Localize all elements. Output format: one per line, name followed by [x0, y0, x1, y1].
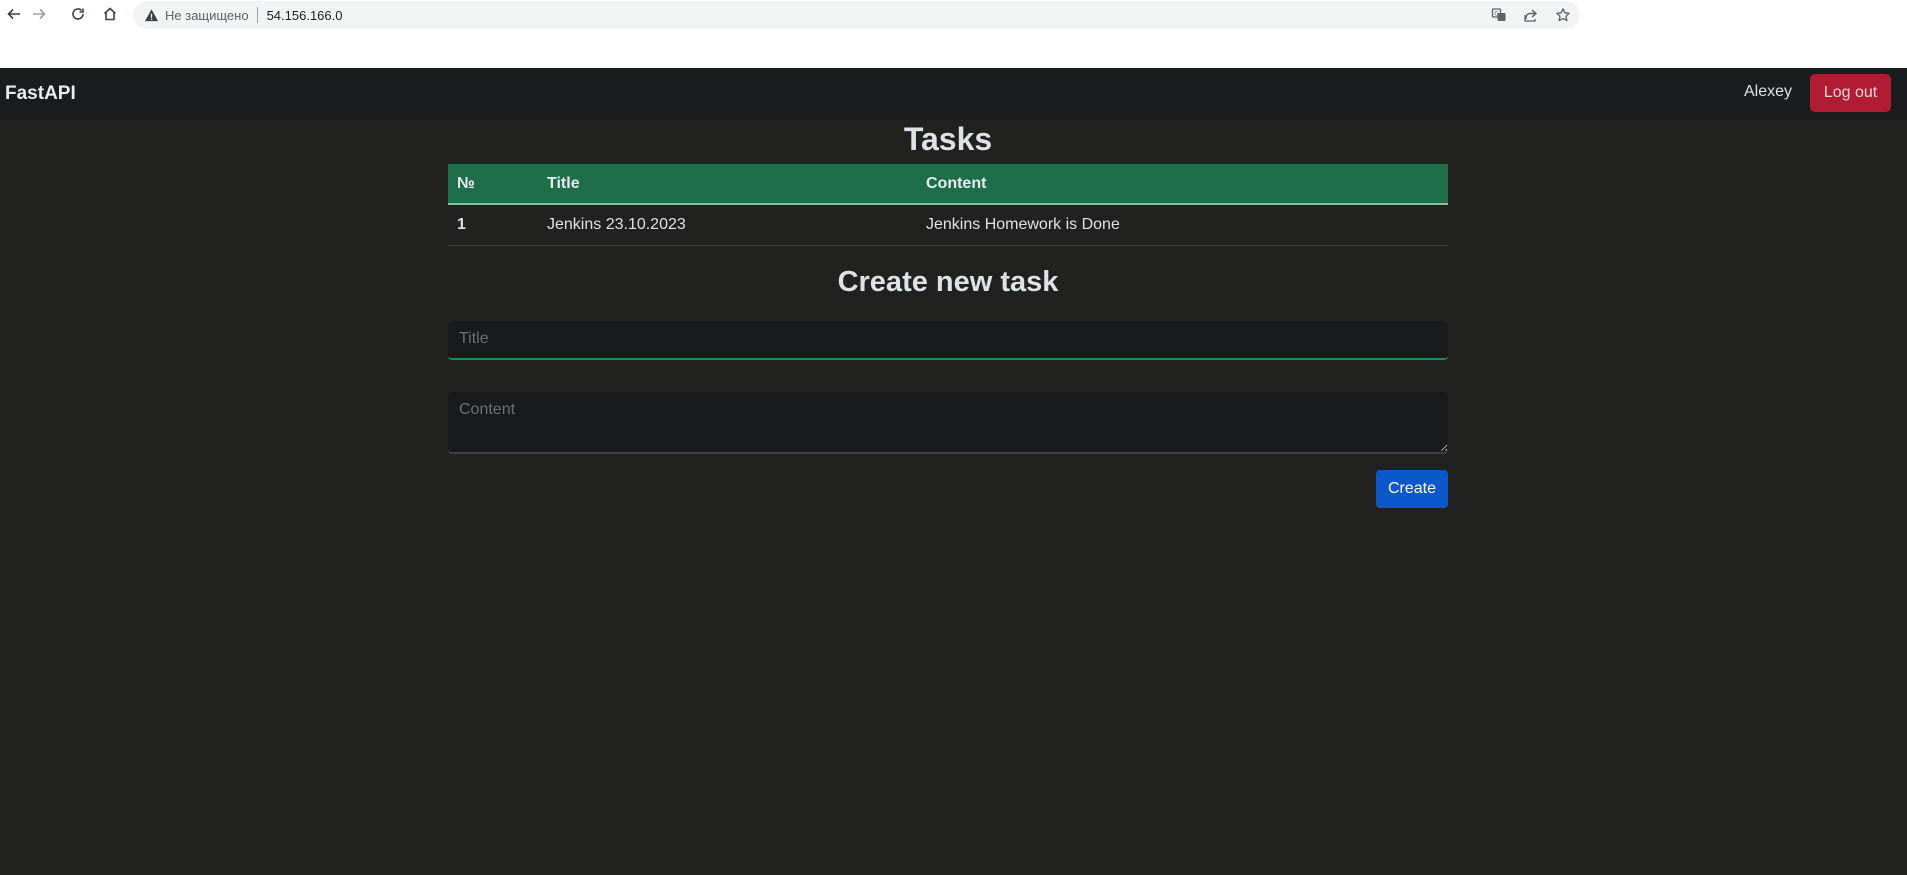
table-header-row: № Title Content — [448, 164, 1448, 205]
task-content: Jenkins Homework is Done — [917, 204, 1448, 246]
url-text[interactable]: 54.156.166.0 — [267, 8, 343, 23]
column-header-number: № — [448, 164, 538, 205]
task-number: 1 — [448, 204, 538, 246]
main-content: Tasks № Title Content 1 Jenkins 23.10.20… — [448, 120, 1448, 508]
security-label: Не защищено — [165, 7, 249, 23]
warning-icon[interactable] — [143, 7, 159, 23]
task-title: Jenkins 23.10.2023 — [538, 204, 917, 246]
username-label: Alexey — [1744, 83, 1793, 100]
browser-chrome: Не защищено 54.156.166.0 G — [0, 0, 1907, 68]
logout-button[interactable]: Log out — [1810, 74, 1891, 112]
bookmark-star-icon[interactable] — [1554, 6, 1572, 24]
back-icon[interactable] — [3, 3, 25, 25]
brand-link[interactable]: FastAPI — [5, 83, 76, 105]
forward-icon[interactable] — [28, 3, 50, 25]
translate-icon[interactable]: G — [1490, 6, 1508, 24]
create-button[interactable]: Create — [1376, 470, 1448, 508]
column-header-title: Title — [538, 164, 917, 205]
title-input[interactable] — [448, 320, 1448, 360]
share-icon[interactable] — [1522, 6, 1540, 24]
create-task-heading: Create new task — [837, 265, 1059, 298]
reload-icon[interactable] — [67, 3, 89, 25]
content-textarea[interactable] — [448, 391, 1448, 454]
column-header-content: Content — [917, 164, 1448, 205]
address-divider — [256, 7, 258, 23]
app-navbar: FastAPI Alexey Log out — [0, 68, 1907, 120]
table-row: 1 Jenkins 23.10.2023 Jenkins Homework is… — [448, 204, 1448, 246]
tasks-table: № Title Content 1 Jenkins 23.10.2023 Jen… — [448, 164, 1448, 246]
address-bar[interactable]: Не защищено 54.156.166.0 G — [133, 1, 1580, 29]
home-icon[interactable] — [99, 3, 121, 25]
tasks-heading: Tasks — [903, 121, 993, 157]
svg-text:G: G — [1494, 10, 1499, 17]
